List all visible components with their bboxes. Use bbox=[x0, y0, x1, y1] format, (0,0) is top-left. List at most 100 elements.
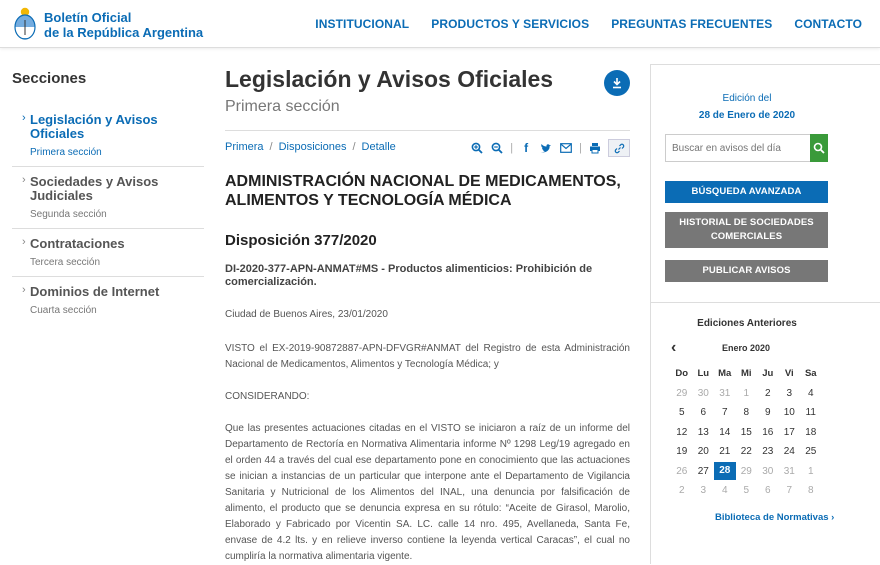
calendar-day[interactable]: 26 bbox=[671, 466, 693, 477]
place-date: Ciudad de Buenos Aires, 23/01/2020 bbox=[225, 309, 388, 320]
sidebar-item-sublabel: Segunda sección bbox=[30, 209, 107, 220]
calendar-day[interactable]: 2 bbox=[757, 388, 779, 399]
page-title: Legislación y Avisos Oficiales bbox=[225, 66, 554, 92]
calendar-day[interactable]: 15 bbox=[736, 427, 758, 438]
calendar-day[interactable]: 10 bbox=[779, 407, 801, 418]
search-input[interactable] bbox=[665, 134, 810, 162]
nav-institucional[interactable]: INSTITUCIONAL bbox=[315, 0, 409, 48]
calendar-week: 29 30 31 1 2 3 4 bbox=[671, 384, 822, 404]
zoom-in-icon[interactable] bbox=[470, 141, 484, 155]
calendar-day: 2 bbox=[678, 485, 685, 497]
nav-preguntas-frecuentes[interactable]: PREGUNTAS FRECUENTES bbox=[611, 0, 772, 48]
organization-heading: ADMINISTRACIÓN NACIONAL DE MEDICAMENTOS,… bbox=[225, 173, 621, 209]
sidebar-item-dominios[interactable]: › Dominios de Internet Cuarta sección bbox=[12, 277, 204, 324]
calendar-day[interactable]: 8 bbox=[736, 407, 758, 418]
brand-line-2: de la República Argentina bbox=[44, 25, 204, 40]
visto-paragraph: VISTO el EX-2019-90872887-APN-DFVGR#ANMA… bbox=[225, 343, 630, 370]
main-content: Legislación y Avisos Oficiales Primera s… bbox=[225, 64, 630, 565]
toolbar-divider: | bbox=[579, 142, 582, 154]
calendar: Do Lu Ma Mi Ju Vi Sa 29 30 31 1 2 3 4 5 … bbox=[671, 364, 822, 501]
article-toolbar: Primera / Disposiciones / Detalle | f | bbox=[225, 130, 630, 164]
sidebar-divider bbox=[651, 302, 880, 303]
calendar-day[interactable]: 16 bbox=[757, 427, 779, 438]
calendar-day-selected[interactable]: 28 bbox=[714, 462, 736, 481]
breadcrumb-detalle[interactable]: Detalle bbox=[362, 141, 396, 153]
facebook-icon[interactable]: f bbox=[519, 141, 533, 155]
calendar-day[interactable]: 25 bbox=[800, 446, 822, 457]
disposition-reference: DI-2020-377-APN-ANMAT#MS - Productos ali… bbox=[225, 263, 593, 288]
calendar-day[interactable]: 24 bbox=[779, 446, 801, 457]
calendar-week: 26 27 28 29 30 31 1 bbox=[671, 462, 822, 482]
calendar-day: 7 bbox=[786, 485, 793, 497]
twitter-icon[interactable] bbox=[539, 141, 553, 155]
calendar-day[interactable]: 13 bbox=[693, 427, 715, 438]
calendar-day[interactable]: 27 bbox=[693, 466, 715, 477]
download-button[interactable] bbox=[604, 70, 630, 96]
calendar-day[interactable]: 19 bbox=[671, 446, 693, 457]
calendar-day: 8 bbox=[807, 485, 814, 497]
calendar-week: 19 20 21 22 23 24 25 bbox=[671, 442, 822, 462]
calendar-day[interactable]: 7 bbox=[714, 407, 736, 418]
disposition-number: Disposición 377/2020 bbox=[225, 232, 377, 249]
nav-contacto[interactable]: CONTACTO bbox=[794, 0, 862, 48]
calendar-header: ‹ Enero 2020 bbox=[671, 340, 843, 356]
calendar-day[interactable]: 22 bbox=[736, 446, 758, 457]
publish-notices-button[interactable]: PUBLICAR AVISOS bbox=[665, 260, 828, 282]
calendar-day[interactable]: 5 bbox=[671, 407, 693, 418]
edition-date: 28 de Enero de 2020 bbox=[698, 110, 796, 121]
chevron-right-icon: › bbox=[22, 112, 26, 124]
search-button[interactable] bbox=[810, 134, 828, 162]
breadcrumb-disposiciones[interactable]: Disposiciones bbox=[279, 141, 347, 153]
sidebar-item-label: Legislación y Avisos Oficiales bbox=[30, 112, 158, 141]
calendar-day[interactable]: 23 bbox=[757, 446, 779, 457]
argentina-coat-of-arms-logo[interactable] bbox=[12, 6, 38, 40]
calendar-day: 30 bbox=[762, 465, 774, 477]
advanced-search-button[interactable]: BÚSQUEDA AVANZADA bbox=[665, 181, 828, 203]
sidebar-item-sublabel: Tercera sección bbox=[30, 257, 101, 268]
calendar-day[interactable]: 17 bbox=[779, 427, 801, 438]
calendar-weekdays: Do Lu Ma Mi Ju Vi Sa bbox=[671, 364, 822, 384]
copy-link-button[interactable] bbox=[608, 139, 630, 157]
calendar-day[interactable]: 9 bbox=[757, 407, 779, 418]
weekday-label: Vi bbox=[784, 368, 794, 380]
print-icon[interactable] bbox=[588, 141, 602, 155]
sections-title: Secciones bbox=[12, 70, 87, 87]
calendar-day[interactable]: 11 bbox=[800, 407, 822, 418]
company-history-button[interactable]: HISTORIAL DE SOCIEDADES COMERCIALES bbox=[665, 212, 828, 248]
calendar-day[interactable]: 21 bbox=[714, 446, 736, 457]
calendar-day[interactable]: 14 bbox=[714, 427, 736, 438]
email-icon[interactable] bbox=[559, 141, 573, 155]
calendar-day: 5 bbox=[743, 485, 750, 497]
calendar-week: 2 3 4 5 6 7 8 bbox=[671, 481, 822, 501]
previous-editions-title: Ediciones Anteriores bbox=[697, 318, 797, 329]
page-subtitle: Primera sección bbox=[225, 98, 340, 115]
calendar-day[interactable]: 18 bbox=[800, 427, 822, 438]
site-brand[interactable]: Boletín Oficial de la República Argentin… bbox=[44, 10, 203, 40]
calendar-day[interactable]: 3 bbox=[779, 388, 801, 399]
calendar-week: 12 13 14 15 16 17 18 bbox=[671, 423, 822, 443]
sidebar-item-contrataciones[interactable]: › Contrataciones Tercera sección bbox=[12, 229, 204, 277]
zoom-out-icon[interactable] bbox=[490, 141, 504, 155]
considerando-heading: CONSIDERANDO: bbox=[225, 391, 310, 402]
breadcrumb-separator: / bbox=[269, 141, 273, 153]
sidebar-item-sociedades[interactable]: › Sociedades y Avisos Judiciales Segunda… bbox=[12, 167, 204, 229]
normative-library-link[interactable]: Biblioteca de Normativas › bbox=[715, 512, 834, 523]
breadcrumb-primera[interactable]: Primera bbox=[225, 141, 264, 153]
nav-productos-y-servicios[interactable]: PRODUCTOS Y SERVICIOS bbox=[431, 0, 589, 48]
calendar-day[interactable]: 4 bbox=[800, 388, 822, 399]
chevron-right-icon: › bbox=[22, 236, 26, 248]
search-icon bbox=[813, 142, 825, 154]
weekday-label: Mi bbox=[740, 368, 752, 380]
calendar-day: 29 bbox=[740, 465, 752, 477]
calendar-day[interactable]: 12 bbox=[671, 427, 693, 438]
sidebar-item-legislacion[interactable]: › Legislación y Avisos Oficiales Primera… bbox=[12, 105, 204, 167]
calendar-day[interactable]: 20 bbox=[693, 446, 715, 457]
download-icon bbox=[613, 78, 621, 89]
toolbar-divider: | bbox=[510, 142, 514, 154]
calendar-day: 1 bbox=[743, 387, 750, 399]
sidebar-item-sublabel: Cuarta sección bbox=[30, 305, 97, 316]
breadcrumb-separator: / bbox=[352, 141, 356, 153]
calendar-day[interactable]: 6 bbox=[693, 407, 715, 418]
calendar-day: 1 bbox=[807, 465, 814, 477]
brand-line-1: Boletín Oficial bbox=[44, 10, 132, 25]
